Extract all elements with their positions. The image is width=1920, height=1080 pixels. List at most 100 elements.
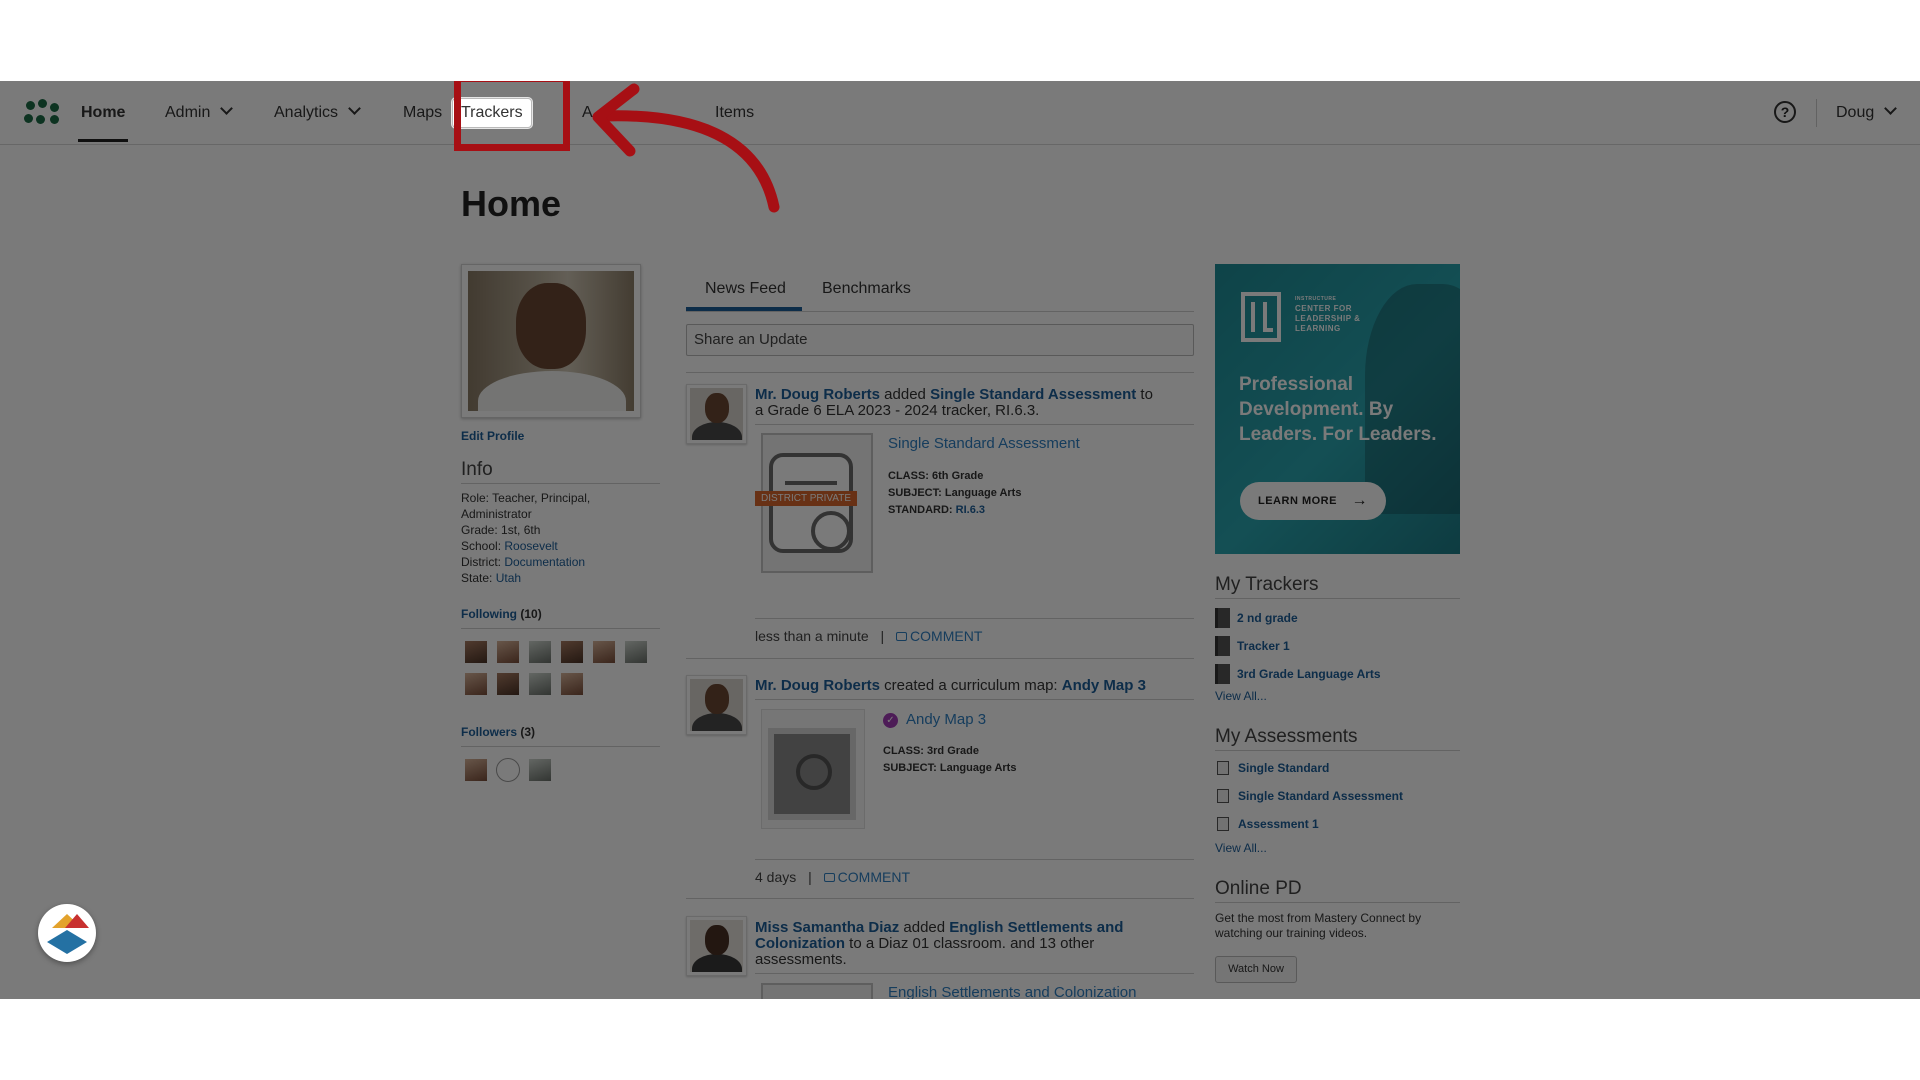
trackers-view-all-link[interactable]: View All... (1215, 689, 1267, 703)
edit-profile-link[interactable]: Edit Profile (461, 429, 524, 443)
divider (686, 658, 1194, 659)
profile-photo (461, 264, 641, 418)
feed-verb: created a curriculum map: (880, 677, 1062, 694)
online-pd-text: Get the most from Mastery Connect by wat… (1215, 911, 1422, 940)
tracker-item[interactable]: Tracker 1 (1215, 636, 1290, 656)
following-link[interactable]: Following (461, 607, 517, 621)
avatar[interactable] (528, 640, 552, 664)
app-window: Home Admin Analytics Maps Trackers A Ite… (0, 81, 1920, 999)
user-menu[interactable]: Doug (1836, 81, 1898, 145)
feed-item-text: Miss Samantha Diaz added English Settlem… (755, 920, 1155, 968)
divider (1215, 750, 1460, 751)
avatar[interactable] (496, 758, 520, 782)
divider (461, 483, 660, 484)
chevron-down-icon (1884, 102, 1898, 115)
card-title-link[interactable]: English Settlements and Colonization (888, 984, 1136, 999)
assessment-item[interactable]: Assessment 1 (1217, 817, 1319, 831)
divider (755, 973, 1194, 974)
card-title-link[interactable]: ✓ Andy Map 3 (883, 711, 986, 728)
school-link[interactable]: Roosevelt (504, 539, 557, 553)
nav-home[interactable]: Home (81, 81, 125, 145)
promo-tagline: Professional Development. By Leaders. Fo… (1239, 374, 1437, 445)
assessment-thumbnail[interactable] (761, 983, 873, 999)
assessment-item[interactable]: Single Standard Assessment (1217, 789, 1403, 803)
actor-link[interactable]: Miss Samantha Diaz (755, 919, 899, 936)
avatar[interactable] (496, 640, 520, 664)
binder-icon (1215, 608, 1230, 628)
comment-button[interactable]: COMMENT (896, 628, 982, 644)
avatar[interactable] (528, 758, 552, 782)
learn-more-button[interactable]: LEARN MORE → (1240, 482, 1386, 520)
following-count: (10) (520, 607, 542, 621)
avatar[interactable] (686, 916, 747, 976)
avatar[interactable] (560, 640, 584, 664)
nav-hidden-item[interactable]: A (582, 81, 593, 145)
my-assessments-heading: My Assessments (1215, 726, 1358, 747)
card-title-text: Andy Map 3 (906, 711, 987, 728)
actor-link[interactable]: Mr. Doug Roberts (755, 386, 880, 403)
document-icon (1217, 789, 1229, 803)
meta-label: SUBJECT: (888, 487, 942, 499)
divider (1215, 902, 1460, 903)
promo-banner[interactable]: INSTRUCTURE CENTER FOR LEADERSHIP & LEARN… (1215, 264, 1460, 554)
watch-now-button[interactable]: Watch Now (1215, 956, 1297, 983)
logo-icon[interactable] (24, 99, 60, 127)
avatar[interactable] (496, 672, 520, 696)
comment-label: COMMENT (910, 628, 983, 644)
avatar[interactable] (464, 640, 488, 664)
avatar[interactable] (464, 758, 488, 782)
meta-label: CLASS: (888, 470, 929, 482)
avatar[interactable] (686, 384, 747, 444)
nav-items[interactable]: Items (715, 81, 754, 145)
learn-more-label: LEARN MORE (1258, 495, 1337, 507)
map-thumbnail[interactable] (761, 709, 865, 829)
followers-heading: Followers (3) (461, 725, 535, 739)
meta-label: SUBJECT: (883, 762, 937, 774)
feed-footer: less than a minute | COMMENT (755, 628, 982, 644)
meta-label: CLASS: (883, 745, 924, 757)
tracker-label: 3rd Grade Language Arts (1237, 667, 1381, 681)
avatar[interactable] (464, 672, 488, 696)
timestamp: 4 days (755, 869, 797, 885)
help-icon[interactable]: ? (1774, 101, 1796, 123)
avatar[interactable] (560, 672, 584, 696)
tab-benchmarks[interactable]: Benchmarks (822, 280, 911, 298)
tracker-item[interactable]: 3rd Grade Language Arts (1215, 664, 1381, 684)
meta-value: Language Arts (939, 762, 1017, 774)
nav-analytics[interactable]: Analytics (274, 81, 361, 145)
district-link[interactable]: Documentation (504, 555, 585, 569)
nav-maps[interactable]: Maps (403, 81, 442, 145)
assessment-item[interactable]: Single Standard (1217, 761, 1329, 775)
comment-button[interactable]: COMMENT (823, 869, 910, 885)
actor-link[interactable]: Mr. Doug Roberts (755, 677, 880, 694)
meta-value: 6th Grade (932, 470, 984, 482)
tab-news-feed[interactable]: News Feed (705, 280, 786, 298)
assessments-view-all-link[interactable]: View All... (1215, 841, 1267, 855)
assessment-thumbnail[interactable]: DISTRICT PRIVATE (755, 433, 873, 573)
info-state-label: State: (461, 571, 493, 585)
object-link[interactable]: Single Standard Assessment (930, 386, 1136, 403)
info-school-label: School: (461, 539, 502, 553)
standard-link[interactable]: RI.6.3 (956, 504, 985, 516)
object-link[interactable]: Andy Map 3 (1062, 677, 1146, 694)
info-heading: Info (461, 459, 493, 480)
card-title-link[interactable]: Single Standard Assessment (888, 435, 1080, 452)
info-role: Role: Teacher, Principal, Administrator (461, 490, 631, 522)
followers-link[interactable]: Followers (461, 725, 517, 739)
share-update-input[interactable]: Share an Update (686, 324, 1194, 356)
nav-divider (1816, 99, 1817, 127)
help-widget-icon[interactable] (38, 904, 96, 962)
state-link[interactable]: Utah (496, 571, 521, 585)
avatar[interactable] (686, 675, 747, 735)
avatar[interactable] (528, 672, 552, 696)
separator: | (880, 628, 885, 644)
avatar[interactable] (624, 640, 648, 664)
tracker-item[interactable]: 2 nd grade (1215, 608, 1298, 628)
meta-value: 3rd Grade (927, 745, 979, 757)
chevron-down-icon (220, 102, 234, 115)
avatar[interactable] (592, 640, 616, 664)
nav-admin[interactable]: Admin (165, 81, 234, 145)
feed-verb: added (880, 386, 931, 403)
info-district-label: District: (461, 555, 501, 569)
page-title: Home (461, 183, 562, 224)
